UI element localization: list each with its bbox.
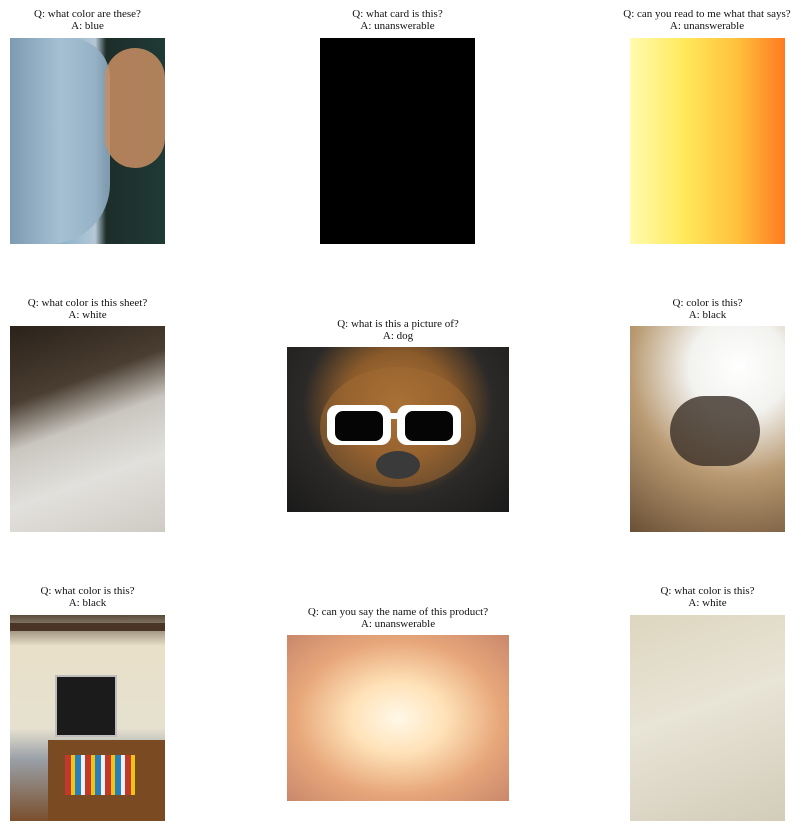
caption-3: Q: can you read to me what that says? A:… [622,8,792,32]
answer-text: A: unanswerable [360,618,436,630]
question-text: Q: can you read to me what that says? [623,8,791,20]
answer-text: A: unanswerable [669,20,745,32]
photo-tv-and-bookshelf [10,615,165,821]
caption-1: Q: what color are these? A: blue [10,8,165,32]
answer-text: A: blue [71,20,104,32]
caption-2: Q: what card is this? A: unanswerable [320,8,475,32]
photo-yellow-orange-blur [630,38,785,244]
question-text: Q: what color is this? [660,585,755,597]
question-text: Q: can you say the name of this product? [307,606,489,618]
question-text: Q: color is this? [672,297,743,309]
photo-black-card [320,38,475,244]
answer-text: A: black [688,309,727,321]
caption-7: Q: what color is this? A: black [10,585,165,609]
answer-text: A: black [68,597,107,609]
caption-5: Q: what is this a picture of? A: dog [287,318,509,342]
caption-4: Q: what color is this sheet? A: white [10,297,165,321]
caption-9: Q: what color is this? A: white [630,585,785,609]
photo-white-fabric [630,615,785,821]
photo-dog-with-sunglasses [287,347,509,512]
answer-text: A: dog [382,330,414,342]
caption-6: Q: color is this? A: black [630,297,785,321]
question-text: Q: what color is this? [40,585,135,597]
question-text: Q: what color are these? [34,8,141,20]
answer-text: A: white [68,309,107,321]
question-text: Q: what is this a picture of? [337,318,459,330]
answer-text: A: unanswerable [360,20,435,32]
photo-white-sheet [10,326,165,532]
sunglasses-icon [320,367,476,487]
photo-blue-shoes [10,38,165,244]
photo-blurry-object-in-hand [630,326,785,532]
photo-bright-blurry-product [287,635,509,801]
answer-text: A: white [688,597,727,609]
question-text: Q: what color is this sheet? [27,297,148,309]
caption-8: Q: can you say the name of this product?… [287,606,509,630]
question-text: Q: what card is this? [352,8,443,20]
